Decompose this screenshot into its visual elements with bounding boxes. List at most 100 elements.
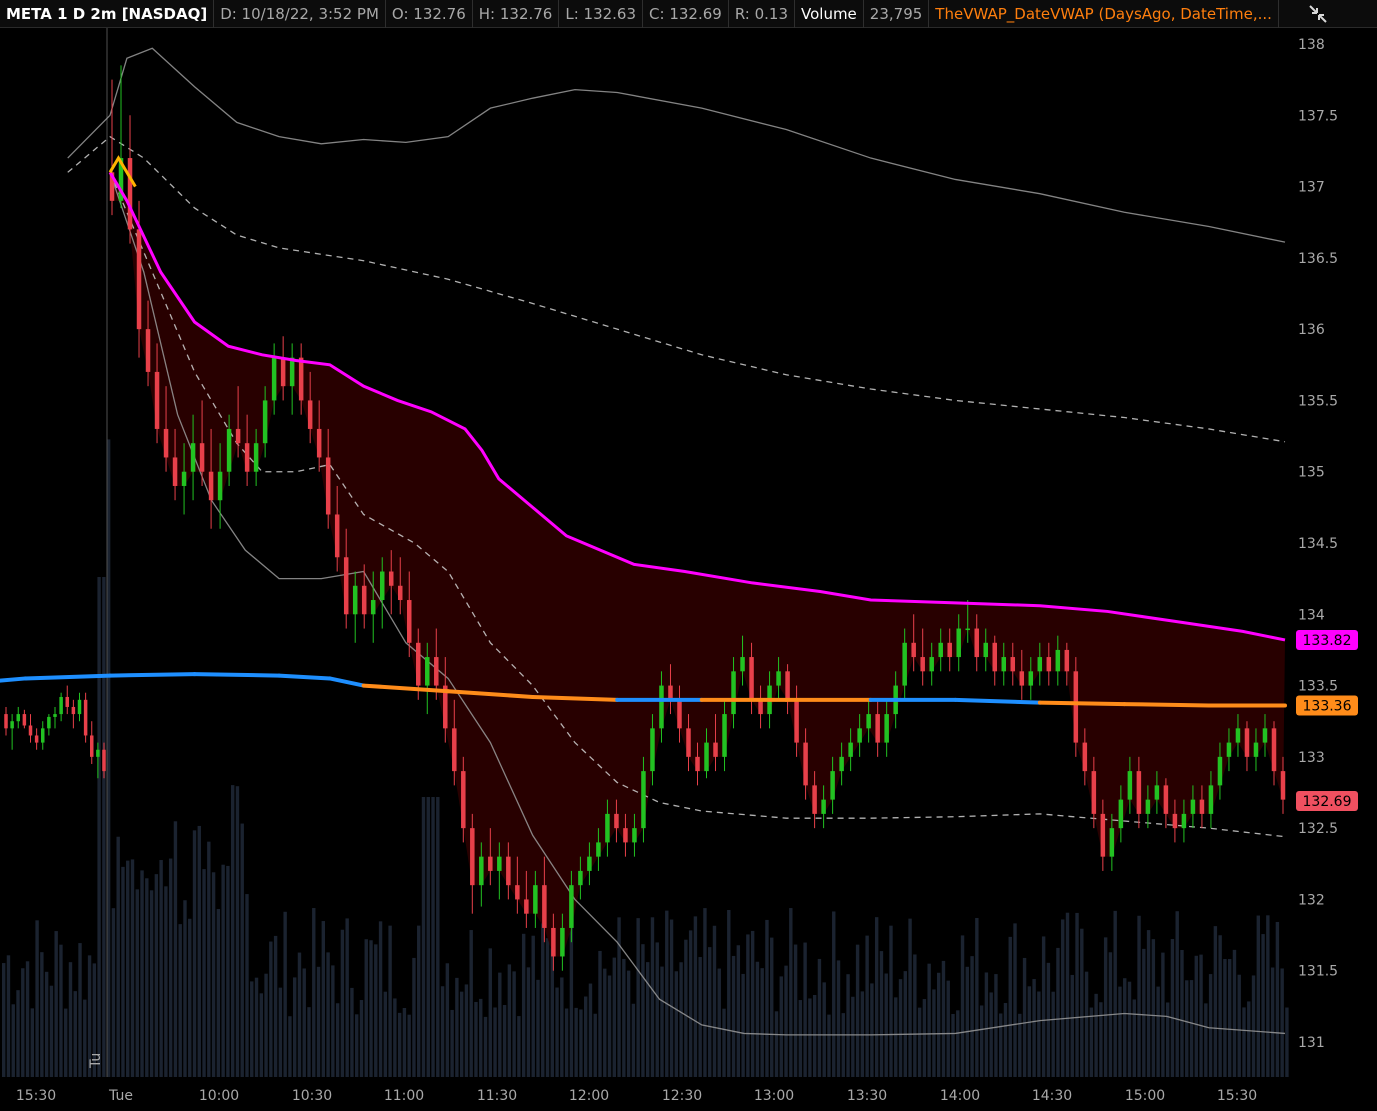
volume-bar xyxy=(68,962,73,1077)
volume-bar xyxy=(631,1003,636,1077)
candle-body xyxy=(1190,799,1196,814)
volume-bar xyxy=(1013,923,1017,1077)
volume-bar xyxy=(30,1008,35,1077)
candle-body xyxy=(1100,813,1106,857)
price-axis[interactable]: 138 137.5 137 136.5 136 135.5 135 134.5 134 133.5… xyxy=(1298,37,1338,1051)
candle-body xyxy=(992,642,998,672)
volume-bar xyxy=(502,1005,507,1077)
candle-body xyxy=(316,428,322,458)
volume-bar xyxy=(526,967,531,1077)
candle-body xyxy=(163,428,169,458)
volume-bar xyxy=(770,937,774,1077)
volume-bar xyxy=(1232,949,1237,1077)
volume-bar xyxy=(708,947,712,1077)
volume-bar xyxy=(1208,974,1213,1077)
volume-bar xyxy=(245,894,249,1077)
time-axis[interactable]: 15:30 Tue 10:00 10:30 11:00 11:30 12:00 12:30 13… xyxy=(16,1088,1257,1104)
candle-body xyxy=(370,600,376,615)
volume-bar xyxy=(102,577,106,1077)
bar-range: R: 0.13 xyxy=(729,0,795,28)
volume-bar xyxy=(78,943,82,1077)
volume-bar xyxy=(1137,915,1141,1077)
volume-bar xyxy=(784,965,788,1077)
price-chart[interactable]: Tu 138137.5137136.5136135.5135134.513413… xyxy=(0,28,1377,1111)
volume-bar xyxy=(779,976,783,1077)
volume-bar xyxy=(698,957,702,1077)
price-tick-label: 131.5 xyxy=(1298,964,1338,980)
volume-bar xyxy=(54,931,58,1077)
candle-body xyxy=(722,714,727,757)
volume-bar xyxy=(512,971,516,1077)
candle-body xyxy=(596,842,601,857)
volume-bar xyxy=(803,942,807,1077)
volume-bar xyxy=(374,944,378,1077)
candle-body xyxy=(1235,728,1241,743)
candle-body xyxy=(875,714,880,743)
candle-body xyxy=(812,785,817,814)
candle-body xyxy=(920,657,925,672)
volume-bar xyxy=(1156,986,1160,1077)
candle-body xyxy=(16,714,20,722)
study-label[interactable]: TheVWAP_DateVWAP (DaysAgo, DateTime,... xyxy=(929,0,1279,28)
time-tick-label: 13:00 xyxy=(754,1088,794,1104)
volume-bar xyxy=(355,1014,359,1077)
vwap-deviation-fill xyxy=(110,172,1285,957)
candle-body xyxy=(280,357,286,387)
volume-bar xyxy=(207,841,211,1077)
candle-body xyxy=(515,885,520,900)
candle-body xyxy=(10,721,14,729)
volume-bar xyxy=(560,977,564,1077)
candle-body xyxy=(470,828,475,886)
volume-bar xyxy=(440,986,445,1077)
volume-bar xyxy=(665,910,669,1077)
volume-bar xyxy=(216,909,221,1077)
volume-bar xyxy=(1261,934,1265,1077)
price-tick-label: 132.5 xyxy=(1298,821,1338,837)
candle-body xyxy=(749,657,754,700)
volume-bar xyxy=(741,973,745,1077)
time-tick-label: 12:30 xyxy=(662,1088,702,1104)
candle-body xyxy=(569,885,574,928)
candle-body xyxy=(407,600,412,643)
volume-bar xyxy=(1146,930,1151,1077)
candle-body xyxy=(1226,742,1232,757)
candle-body xyxy=(713,742,718,757)
volume-bar xyxy=(412,957,416,1077)
candle-body xyxy=(1136,771,1142,814)
candle-body xyxy=(208,471,214,501)
volume-bar xyxy=(507,964,512,1077)
candle-body xyxy=(542,885,547,928)
candle-body xyxy=(659,685,664,729)
price-tick-label: 137.5 xyxy=(1298,108,1338,124)
volume-bar xyxy=(588,983,593,1077)
volume-bar xyxy=(727,909,731,1077)
volume-bar xyxy=(1118,986,1122,1077)
candle-body xyxy=(938,642,943,658)
volume-bar xyxy=(1180,949,1184,1077)
candle-body xyxy=(4,714,8,729)
volume-bar xyxy=(331,965,335,1077)
candle-body xyxy=(127,158,133,230)
candle-body xyxy=(1244,728,1250,757)
volume-bar xyxy=(1084,971,1089,1077)
collapse-arrows-icon[interactable] xyxy=(1307,3,1329,25)
vwap-bands xyxy=(67,47,1286,1036)
volume-bar xyxy=(746,934,750,1077)
volume-bar xyxy=(812,994,817,1077)
candle-body xyxy=(352,585,358,615)
volume-bar xyxy=(493,1007,497,1077)
candle-body xyxy=(965,628,970,631)
anchored-vwap-segment xyxy=(953,697,1042,705)
symbol-label[interactable]: META 1 D 2m [NASDAQ] xyxy=(0,0,215,28)
volume-bar xyxy=(846,974,850,1077)
volume-bar xyxy=(302,968,306,1077)
candle-body xyxy=(452,728,457,772)
candle-body xyxy=(803,742,808,786)
price-tag-label: 133.82 xyxy=(1303,633,1352,649)
price-tick-label: 136.5 xyxy=(1298,251,1338,267)
volume-label[interactable]: Volume xyxy=(795,0,864,28)
candle-body xyxy=(325,457,331,515)
volume-bar xyxy=(927,963,931,1077)
volume-bar xyxy=(583,996,588,1077)
candle-body xyxy=(1163,785,1169,814)
